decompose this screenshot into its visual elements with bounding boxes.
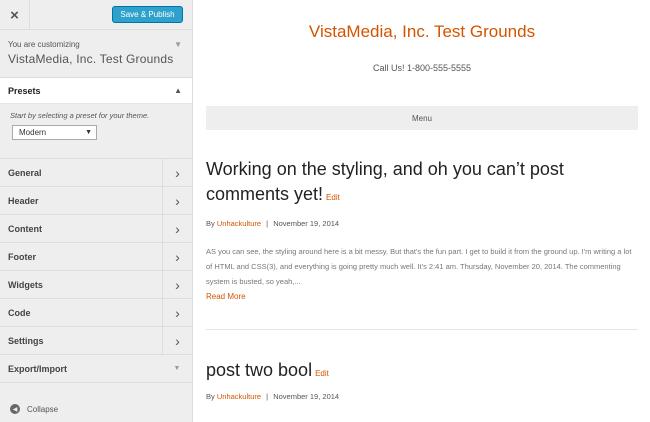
dropdown-arrow-icon: ▼ — [85, 129, 92, 136]
section-widgets[interactable]: Widgets › — [0, 271, 192, 299]
preset-selected-value: Modern — [19, 128, 47, 137]
meta-by: By — [206, 219, 215, 228]
author-link[interactable]: Unhackulture — [217, 392, 261, 401]
section-code[interactable]: Code › — [0, 299, 192, 327]
site-phone: Call Us! 1-800-555-5555 — [372, 63, 472, 73]
meta-separator: | — [266, 392, 269, 401]
collapse-label: Collapse — [27, 405, 59, 414]
section-label: Code — [8, 308, 31, 318]
section-export-import[interactable]: Export/Import ▼ — [0, 355, 192, 383]
post-meta: By Unhackulture | November 19, 2014 — [206, 392, 339, 401]
section-label: Settings — [8, 336, 44, 346]
close-icon[interactable]: × — [0, 0, 30, 30]
customizing-site-title: VistaMedia, Inc. Test Grounds — [8, 52, 174, 66]
author-link[interactable]: Unhackulture — [217, 219, 261, 228]
chevron-down-icon: ▼ — [174, 40, 182, 49]
customizer-topbar: × Save & Publish — [0, 0, 192, 30]
presets-description: Start by selecting a preset for your the… — [10, 111, 150, 120]
edit-link[interactable]: Edit — [315, 369, 329, 378]
chevron-right-icon: › — [162, 215, 192, 242]
section-label: Widgets — [8, 280, 43, 290]
presets-panel: Start by selecting a preset for your the… — [0, 104, 192, 159]
section-label: General — [8, 168, 42, 178]
collapse-button[interactable]: ◀ Collapse — [0, 396, 193, 422]
preset-select[interactable]: Modern ▼ — [12, 125, 97, 140]
section-settings[interactable]: Settings › — [0, 327, 192, 355]
chevron-right-icon: › — [162, 243, 192, 270]
chevron-up-icon: ▲ — [174, 86, 182, 95]
collapse-icon: ◀ — [10, 404, 20, 414]
section-label: Header — [8, 196, 39, 206]
section-presets[interactable]: Presets ▲ — [0, 78, 192, 104]
customizer-sidebar: × Save & Publish You are customizing Vis… — [0, 0, 193, 422]
site-title[interactable]: VistaMedia, Inc. Test Grounds — [194, 22, 650, 42]
section-footer[interactable]: Footer › — [0, 243, 192, 271]
presets-title: Presets — [8, 86, 41, 96]
chevron-down-icon: ▼ — [173, 365, 181, 372]
section-content[interactable]: Content › — [0, 215, 192, 243]
meta-by: By — [206, 392, 215, 401]
section-header[interactable]: Header › — [0, 187, 192, 215]
post-excerpt: AS you can see, the styling around here … — [206, 247, 632, 286]
post-title-link[interactable]: post two bool — [206, 360, 312, 380]
edit-link[interactable]: Edit — [326, 193, 340, 202]
chevron-right-icon: › — [162, 299, 192, 326]
post-date: November 19, 2014 — [273, 219, 340, 228]
menu-toggle[interactable]: Menu — [206, 106, 638, 130]
chevron-right-icon: › — [162, 327, 192, 354]
post-title: post two bool Edit — [206, 358, 626, 386]
save-publish-button[interactable]: Save & Publish — [112, 6, 183, 23]
section-label: Export/Import — [8, 364, 68, 374]
post-title: Working on the styling, and oh you can’t… — [206, 157, 626, 210]
read-more-link[interactable]: Read More — [206, 292, 246, 301]
post-date: November 19, 2014 — [273, 392, 340, 401]
meta-separator: | — [266, 219, 269, 228]
chevron-right-icon: › — [162, 271, 192, 298]
post-meta: By Unhackulture | November 19, 2014 — [206, 219, 339, 228]
chevron-right-icon: › — [162, 187, 192, 214]
post-title-link[interactable]: Working on the styling, and oh you can’t… — [206, 159, 564, 204]
chevron-right-icon: › — [162, 159, 192, 186]
customizing-info[interactable]: You are customizing VistaMedia, Inc. Tes… — [0, 30, 192, 78]
section-label: Content — [8, 224, 42, 234]
site-preview: VistaMedia, Inc. Test Grounds Call Us! 1… — [194, 0, 650, 422]
section-general[interactable]: General › — [0, 159, 192, 187]
post-divider — [206, 329, 638, 330]
section-label: Footer — [8, 252, 36, 262]
customizing-label: You are customizing — [8, 40, 80, 49]
